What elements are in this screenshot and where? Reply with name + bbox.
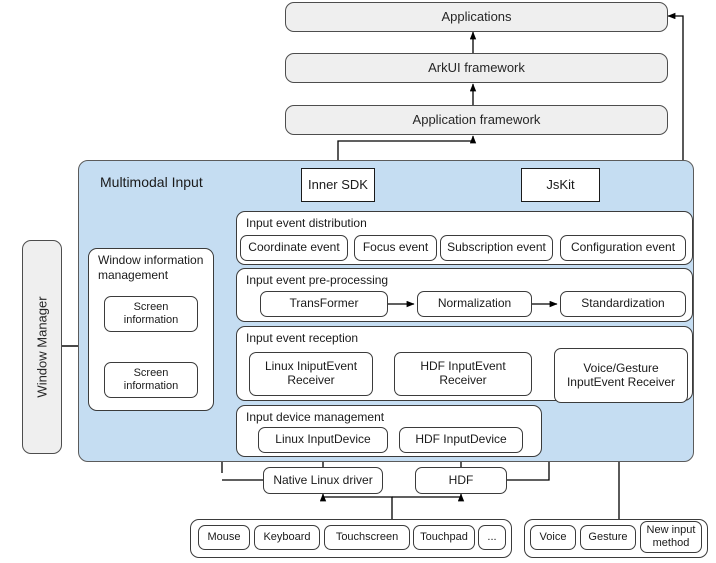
- inner-sdk-box[interactable]: Inner SDK: [301, 168, 375, 202]
- architecture-diagram: Applications ArkUI framework Application…: [0, 0, 716, 563]
- screen-information-box-1[interactable]: Screen information: [104, 296, 198, 332]
- focus-event-box[interactable]: Focus event: [354, 235, 437, 261]
- device-voice-label: Voice: [539, 531, 567, 544]
- device-more-label: ...: [487, 531, 497, 544]
- applications-label: Applications: [441, 8, 512, 24]
- focus-event-label: Focus event: [362, 240, 429, 255]
- hdf-driver-label: HDF: [448, 472, 474, 487]
- standardization-label: Standardization: [581, 296, 665, 311]
- device-gesture-box[interactable]: Gesture: [580, 525, 636, 550]
- device-voice-box[interactable]: Voice: [530, 525, 576, 550]
- hdf-driver-box[interactable]: HDF: [415, 467, 507, 494]
- jskit-label: JsKit: [546, 176, 575, 192]
- device-keyboard-box[interactable]: Keyboard: [254, 525, 320, 550]
- configuration-event-box[interactable]: Configuration event: [560, 235, 686, 261]
- device-touchpad-box[interactable]: Touchpad: [413, 525, 475, 550]
- jskit-box[interactable]: JsKit: [521, 168, 600, 202]
- device-new-input-method-box[interactable]: New input method: [640, 521, 702, 553]
- device-gesture-label: Gesture: [588, 531, 628, 544]
- window-manager-label: Window Manager: [34, 296, 50, 398]
- linux-inputevent-receiver-box[interactable]: Linux IniputEvent Receiver: [249, 352, 373, 396]
- window-information-management-title: Window information management: [98, 253, 204, 282]
- hdf-inputdevice-label: HDF InputDevice: [415, 432, 507, 447]
- input-event-reception-title: Input event reception: [246, 331, 359, 345]
- screen-information-label-1: Screen information: [123, 301, 179, 326]
- multimodal-input-title: Multimodal Input: [100, 174, 203, 190]
- coordinate-event-label: Coordinate event: [248, 240, 340, 255]
- linux-inputdevice-box[interactable]: Linux InputDevice: [258, 427, 388, 453]
- native-linux-driver-box[interactable]: Native Linux driver: [263, 467, 383, 494]
- hdf-inputdevice-box[interactable]: HDF InputDevice: [399, 427, 523, 453]
- device-touchscreen-box[interactable]: Touchscreen: [324, 525, 410, 550]
- linux-inputevent-receiver-label: Linux IniputEvent Receiver: [264, 359, 358, 387]
- device-mouse-box[interactable]: Mouse: [198, 525, 250, 550]
- subscription-event-box[interactable]: Subscription event: [440, 235, 553, 261]
- input-event-preprocessing-title: Input event pre-processing: [246, 273, 389, 287]
- applications-box[interactable]: Applications: [285, 2, 668, 32]
- input-event-distribution-title: Input event distribution: [246, 216, 367, 230]
- device-mouse-label: Mouse: [207, 531, 241, 544]
- application-framework-box[interactable]: Application framework: [285, 105, 668, 135]
- device-touchscreen-label: Touchscreen: [335, 531, 399, 544]
- device-touchpad-label: Touchpad: [420, 531, 468, 544]
- device-keyboard-label: Keyboard: [263, 531, 311, 544]
- device-more-box[interactable]: ...: [478, 525, 506, 550]
- hdf-inputevent-receiver-box[interactable]: HDF InputEvent Receiver: [394, 352, 532, 396]
- window-manager-box[interactable]: Window Manager: [22, 240, 62, 454]
- inner-sdk-label: Inner SDK: [308, 176, 368, 192]
- transformer-label: TransFormer: [289, 296, 359, 311]
- transformer-box[interactable]: TransFormer: [260, 291, 388, 317]
- device-new-input-method-label: New input method: [646, 524, 696, 549]
- voice-gesture-inputevent-receiver-label: Voice/Gesture InputEvent Receiver: [566, 360, 676, 389]
- input-device-management-title: Input device management: [246, 410, 385, 424]
- hdf-inputevent-receiver-label: HDF InputEvent Receiver: [420, 359, 506, 387]
- native-linux-driver-label: Native Linux driver: [273, 472, 373, 487]
- normalization-box[interactable]: Normalization: [417, 291, 532, 317]
- arkui-framework-box[interactable]: ArkUI framework: [285, 53, 668, 83]
- standardization-box[interactable]: Standardization: [560, 291, 686, 317]
- screen-information-label-2: Screen information: [123, 367, 179, 392]
- subscription-event-label: Subscription event: [447, 240, 546, 255]
- voice-gesture-inputevent-receiver-box[interactable]: Voice/Gesture InputEvent Receiver: [554, 348, 688, 403]
- configuration-event-label: Configuration event: [570, 240, 676, 255]
- arkui-framework-label: ArkUI framework: [428, 59, 525, 75]
- screen-information-box-2[interactable]: Screen information: [104, 362, 198, 398]
- linux-inputdevice-label: Linux InputDevice: [275, 432, 371, 447]
- normalization-label: Normalization: [437, 296, 512, 311]
- application-framework-label: Application framework: [412, 111, 541, 127]
- coordinate-event-box[interactable]: Coordinate event: [240, 235, 348, 261]
